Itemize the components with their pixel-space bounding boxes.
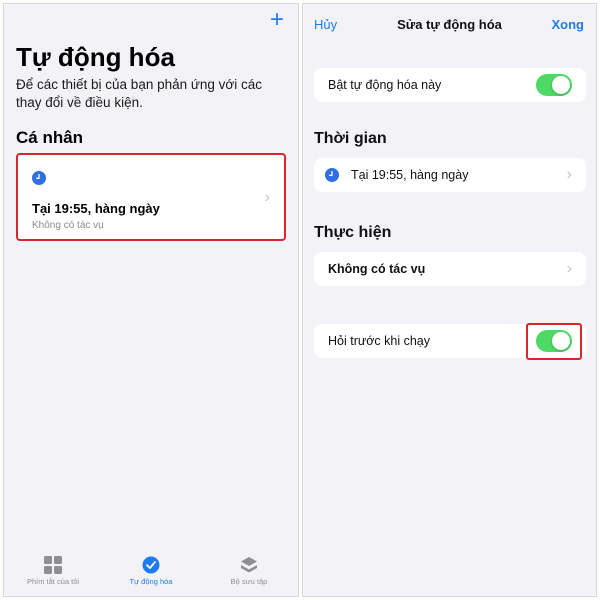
chevron-right-icon: › <box>264 189 270 206</box>
tab-gallery[interactable]: Bộ sưu tập <box>200 556 297 586</box>
toggle-highlight-box <box>526 323 582 360</box>
action-label: Không có tác vụ <box>328 262 426 276</box>
tab-my-shortcuts[interactable]: Phím tắt của tôi <box>4 556 101 586</box>
page-subtitle: Để các thiết bị của bạn phản ứng với các… <box>16 77 263 110</box>
automation-list-screen: + Tự động hóa Để các thiết bị của bạn ph… <box>3 3 299 597</box>
chevron-right-icon: › <box>566 166 572 183</box>
edit-automation-screen: Sửa tự động hóa Hủy Xong Bật tự động hóa… <box>302 3 597 597</box>
tab-label: Bộ sưu tập <box>230 577 268 586</box>
time-trigger-row[interactable]: Tại 19:55, hàng ngày › <box>314 158 586 192</box>
automation-card-subtitle: Không có tác vụ <box>32 220 104 231</box>
enable-automation-row: Bật tự động hóa này <box>314 68 586 102</box>
done-button[interactable]: Xong <box>552 17 585 32</box>
add-automation-button[interactable]: + <box>270 8 284 32</box>
tab-bar: Phím tắt của tôi Tự động hóa Bộ sưu tập <box>4 556 298 596</box>
tab-label: Phím tắt của tôi <box>26 577 80 586</box>
page-title: Tự động hóa <box>16 42 175 72</box>
enable-automation-label: Bật tự động hóa này <box>328 78 442 92</box>
clock-icon <box>325 168 339 182</box>
layers-icon <box>240 557 257 573</box>
toggle-knob <box>552 76 570 94</box>
clock-icon <box>32 171 46 185</box>
ask-before-running-label: Hỏi trước khi chạy <box>328 334 431 348</box>
grid-icon <box>43 556 62 574</box>
section-header-time: Thời gian <box>314 130 387 147</box>
cancel-button[interactable]: Hủy <box>314 17 337 32</box>
time-trigger-label: Tại 19:55, hàng ngày <box>351 168 469 182</box>
enable-automation-toggle[interactable] <box>536 74 572 96</box>
checkmark-clock-icon <box>142 556 160 574</box>
automation-card-title: Tại 19:55, hàng ngày <box>32 201 160 216</box>
tab-label: Tự động hóa <box>129 577 173 586</box>
section-header-personal: Cá nhân <box>16 128 84 147</box>
section-header-action: Thực hiện <box>314 224 392 241</box>
action-row[interactable]: Không có tác vụ › <box>314 252 586 286</box>
tab-automation[interactable]: Tự động hóa <box>102 556 199 586</box>
chevron-right-icon: › <box>566 260 572 277</box>
automation-card[interactable]: Tại 19:55, hàng ngày Không có tác vụ › <box>16 153 286 241</box>
